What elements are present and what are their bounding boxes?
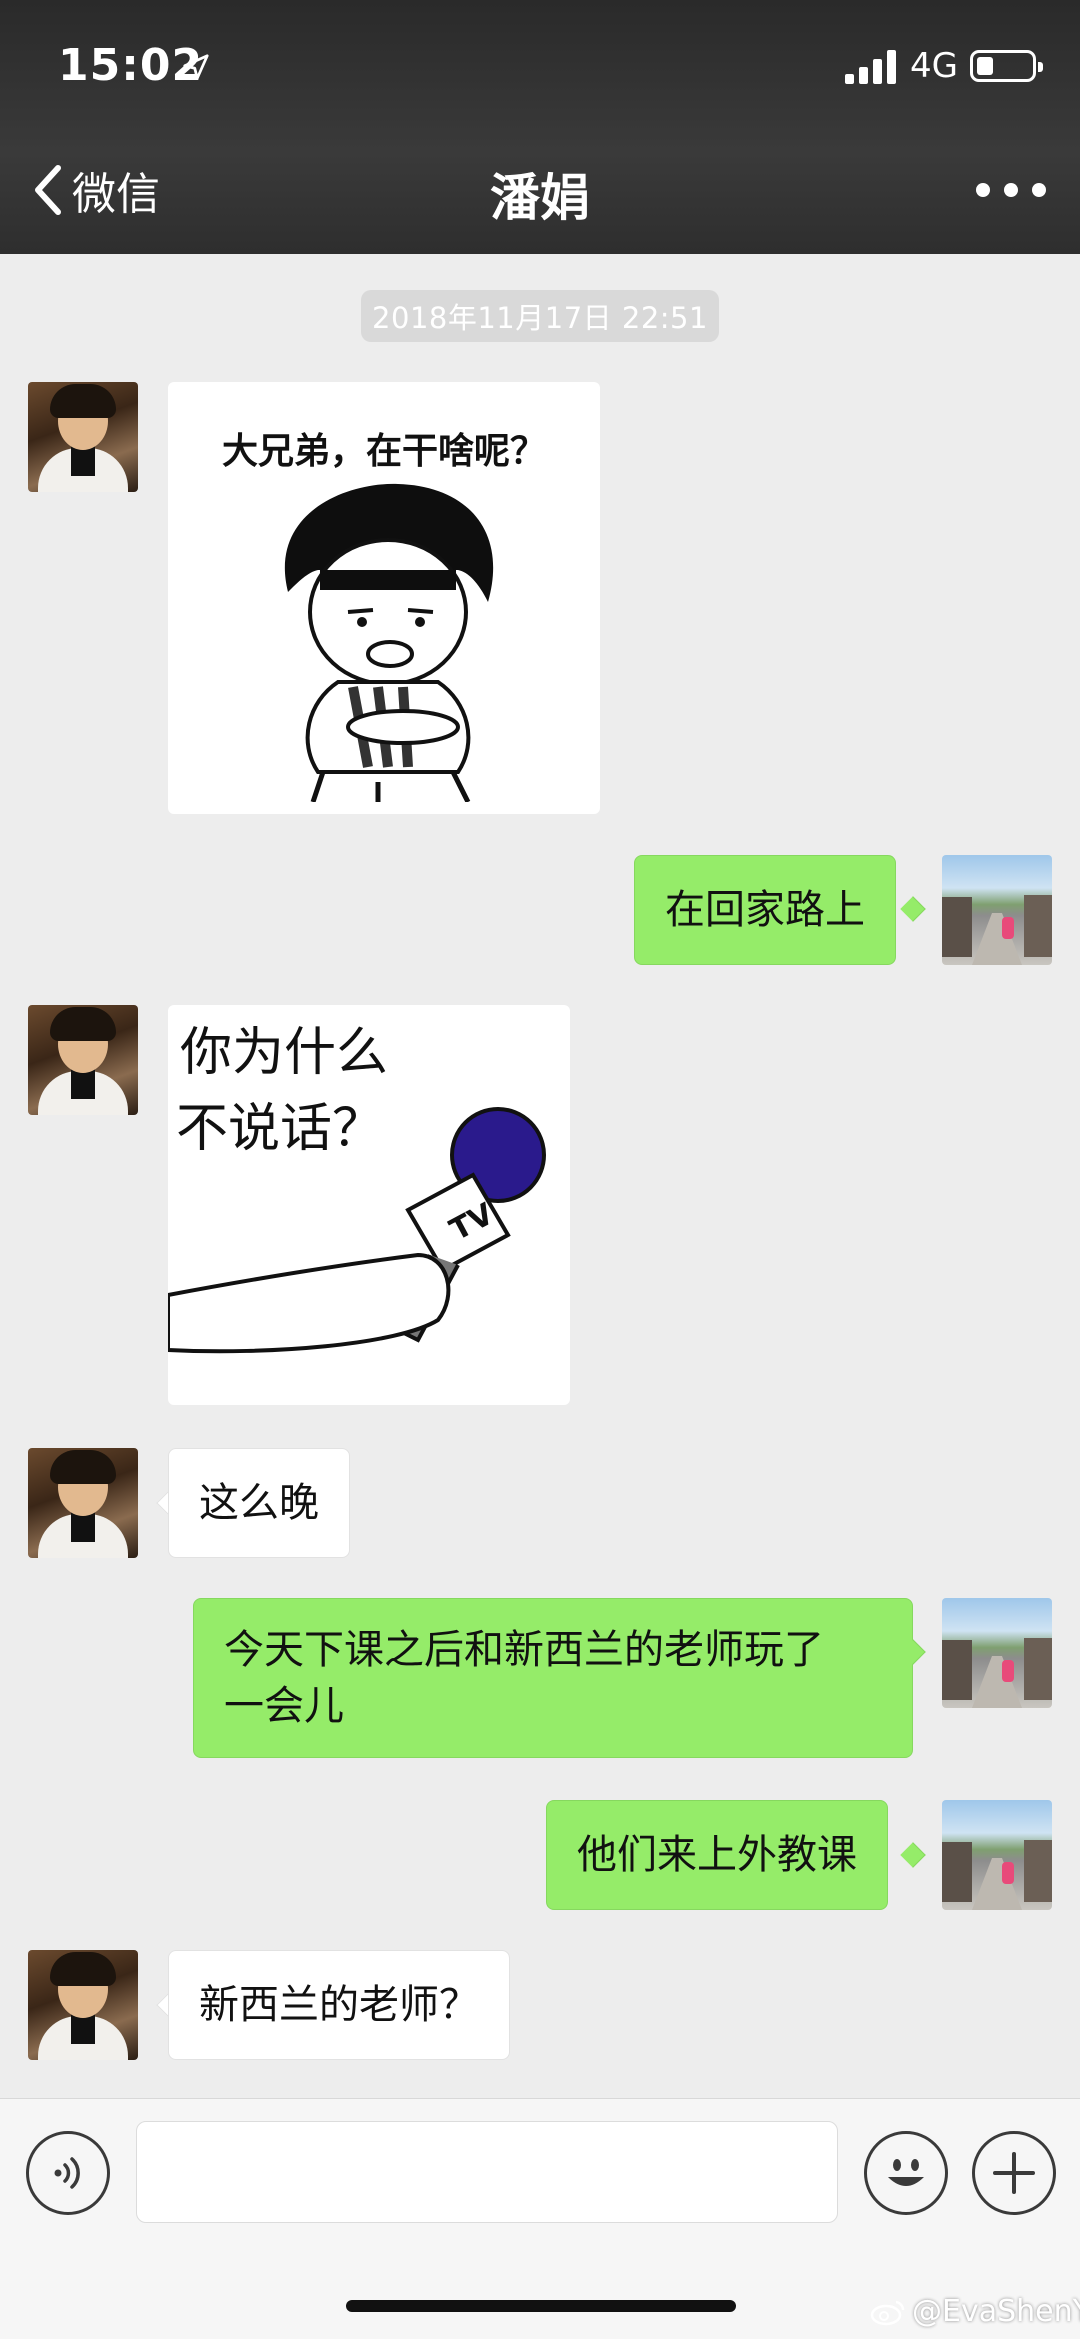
chat-title: 潘娟	[490, 169, 590, 227]
bubble-tail	[900, 1842, 926, 1868]
more-icon	[976, 183, 990, 197]
plus-icon	[993, 2152, 1035, 2194]
message-text: 在回家路上	[665, 887, 865, 933]
battery-icon	[970, 50, 1043, 82]
home-indicator[interactable]	[346, 2300, 736, 2312]
message-text: 这么晚	[199, 1480, 319, 1526]
my-avatar[interactable]	[942, 1800, 1052, 1910]
voice-button[interactable]	[26, 2131, 110, 2215]
sticker-caption-line1: 你为什么	[180, 1023, 389, 1083]
network-type: 4G	[910, 46, 958, 86]
message-timestamp: 2018年11月17日 22:51	[361, 290, 719, 342]
contact-avatar[interactable]	[28, 1950, 138, 2060]
emoji-button[interactable]	[864, 2131, 948, 2215]
weibo-icon	[870, 2300, 905, 2325]
contact-avatar[interactable]	[28, 1448, 138, 1558]
sticker-caption: 大兄弟，在干啥呢？	[221, 431, 546, 472]
outgoing-message[interactable]: 他们来上外教课	[546, 1800, 888, 1910]
outgoing-message[interactable]: 今天下课之后和新西兰的老师玩了 一会儿	[193, 1598, 913, 1758]
message-text: 他们来上外教课	[577, 1832, 857, 1878]
voice-icon	[54, 2157, 80, 2189]
message-input[interactable]	[136, 2121, 838, 2223]
sticker-message[interactable]: 你为什么 不说话？ TV	[168, 1005, 570, 1405]
my-avatar[interactable]	[942, 1598, 1052, 1708]
watermark-text: @EvaShenY	[912, 2294, 1080, 2329]
microphone-icon	[168, 1107, 546, 1354]
my-avatar[interactable]	[942, 855, 1052, 965]
message-text-line1: 今天下课之后和新西兰的老师玩了	[224, 1627, 824, 1673]
sticker-message[interactable]: 大兄弟，在干啥呢？	[168, 382, 600, 814]
contact-avatar[interactable]	[28, 382, 138, 492]
signal-icon	[845, 50, 896, 84]
outgoing-message[interactable]: 在回家路上	[634, 855, 896, 965]
emoji-icon	[888, 2159, 924, 2186]
meme-character-icon	[284, 483, 494, 802]
contact-avatar[interactable]	[28, 1005, 138, 1115]
incoming-message[interactable]: 新西兰的老师？	[168, 1950, 510, 2060]
more-button[interactable]	[976, 168, 1046, 212]
incoming-message[interactable]: 这么晚	[168, 1448, 350, 1558]
message-text: 新西兰的老师？	[199, 1982, 479, 2028]
bubble-tail	[900, 896, 926, 922]
chat-header: 15:02 4G 微信 潘娟	[0, 0, 1080, 254]
watermark: @EvaShenY	[870, 2294, 1080, 2329]
location-arrow-icon	[183, 54, 209, 80]
message-text-line2: 一会儿	[224, 1683, 344, 1729]
plus-button[interactable]	[972, 2131, 1056, 2215]
